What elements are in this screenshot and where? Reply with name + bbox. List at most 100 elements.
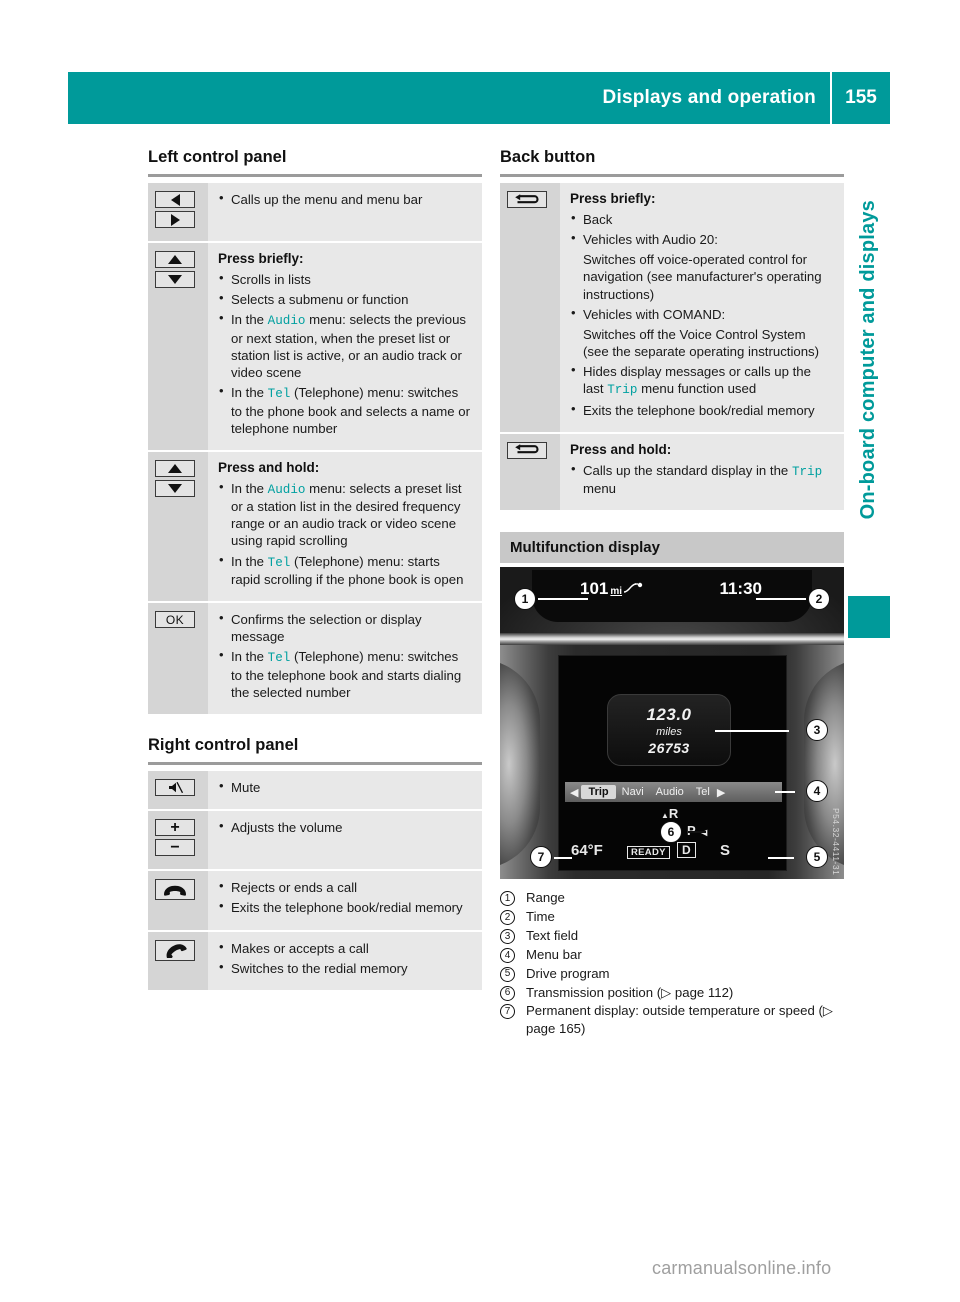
legend-item: 3 Text field: [500, 927, 844, 945]
table-row: Press and hold: In the Audio menu: selec…: [148, 449, 482, 603]
section-title-back-button: Back button: [500, 148, 596, 166]
list-item: In the Tel (Telephone) menu: switches to…: [218, 383, 470, 437]
legend-number: 7: [500, 1004, 515, 1020]
legend-number: 1: [500, 891, 515, 907]
back-button-icon[interactable]: [507, 441, 547, 459]
volume-up-icon[interactable]: +: [155, 819, 195, 837]
hang-up-phone-icon[interactable]: [155, 879, 195, 901]
icon-cell: [148, 241, 208, 451]
list-item: Vehicles with COMAND:: [570, 305, 832, 323]
section-rule: [148, 762, 482, 766]
callout-leader-5: [768, 857, 794, 860]
section-title-left-control-panel: Left control panel: [148, 148, 287, 166]
mute-speaker-icon[interactable]: [155, 779, 195, 797]
list-item: Selects a submenu or function: [218, 290, 470, 308]
list-item: Makes or accepts a call: [218, 939, 470, 957]
callout-leader-1: [538, 598, 588, 601]
table-row: Press and hold: Calls up the standard di…: [500, 431, 844, 511]
legend-label: Transmission position (▷ page 112): [526, 984, 734, 1000]
outside-temperature: 64°F: [571, 842, 603, 860]
audio-menu-token: Audio: [267, 482, 306, 497]
range-readout: 101 mi: [580, 579, 645, 599]
legend-item: 6 Transmission position (▷ page 112): [500, 984, 844, 1002]
menu-item-navi[interactable]: Navi: [616, 786, 650, 798]
table-row: Rejects or ends a call Exits the telepho…: [148, 869, 482, 931]
accept-call-phone-icon[interactable]: [155, 939, 195, 961]
legend-label: Range: [526, 890, 565, 906]
back-button-icon[interactable]: [507, 191, 547, 208]
time-readout: 11:30: [719, 579, 762, 599]
tel-menu-token: Tel: [267, 555, 291, 570]
tel-menu-token: Tel: [267, 651, 291, 666]
volume-down-icon[interactable]: −: [155, 839, 195, 857]
ok-button-icon[interactable]: OK: [155, 611, 195, 629]
menu-item-trip[interactable]: Trip: [581, 785, 616, 800]
list-item: Calls up the standard display in the Tri…: [570, 461, 832, 498]
top-display-window: [532, 570, 812, 623]
arrow-left-icon[interactable]: [155, 191, 195, 208]
left-control-panel-table: Calls up the menu and menu bar Press bri…: [148, 183, 482, 715]
list-item: Exits the telephone book/redial memory: [218, 898, 470, 916]
icon-cell: + −: [148, 809, 208, 871]
menu-item-audio[interactable]: Audio: [650, 786, 690, 798]
arrow-down-icon[interactable]: [155, 479, 195, 497]
gear-d: D: [677, 842, 696, 859]
table-row: + − Adjusts the volume: [148, 809, 482, 871]
menu-item-tel[interactable]: Tel: [690, 786, 716, 798]
figure-reference-code: P54.32-4411-31: [831, 808, 841, 876]
icon-cell: OK: [148, 601, 208, 715]
list-item: In the Tel (Telephone) menu: starts rapi…: [218, 552, 470, 589]
text-field-unit: miles: [656, 725, 682, 738]
trip-menu-token: Trip: [791, 464, 823, 479]
description-cell: Adjusts the volume: [208, 809, 482, 871]
list-item: Rejects or ends a call: [218, 878, 470, 896]
icon-cell: [148, 929, 208, 990]
list-item: Vehicles with Audio 20:: [570, 230, 832, 248]
site-watermark: carmanualsonline.info: [652, 1258, 832, 1278]
menu-scroll-right-icon[interactable]: ▶: [716, 786, 729, 799]
arrow-up-icon[interactable]: [155, 459, 195, 477]
audio-menu-token: Audio: [267, 314, 306, 329]
arrow-down-icon[interactable]: [155, 271, 195, 288]
icon-cell: [148, 449, 208, 603]
description-cell: Confirms the selection or display messag…: [208, 601, 482, 715]
legend-item: 5 Drive program: [500, 965, 844, 983]
list-item: In the Audio menu: selects the previous …: [218, 310, 470, 381]
table-row: Press briefly: Back Vehicles with Audio …: [500, 183, 844, 433]
description-cell: Rejects or ends a call Exits the telepho…: [208, 869, 482, 931]
callout-leader-6: [688, 831, 706, 834]
section-rule: [500, 174, 844, 177]
legend-number: 3: [500, 929, 515, 945]
section-title-right-control-panel: Right control panel: [148, 736, 299, 755]
callout-leader-2: [756, 598, 806, 601]
text-field-value: 123.0: [646, 704, 692, 724]
table-row: OK Confirms the selection or display mes…: [148, 601, 482, 715]
legend-number: 5: [500, 966, 515, 982]
description-cell: Mute: [208, 771, 482, 811]
list-item: Exits the telephone book/redial memory: [570, 401, 832, 419]
legend-label: Permanent display: outside temperature o…: [526, 1003, 834, 1037]
legend-item: 4 Menu bar: [500, 946, 844, 964]
icon-cell: [500, 183, 560, 433]
row-lead-label: Press and hold:: [570, 441, 672, 457]
page-number: 155: [845, 87, 877, 108]
list-item: Scrolls in lists: [218, 270, 470, 288]
list-item: Switches to the redial memory: [218, 959, 470, 977]
list-item: Confirms the selection or display messag…: [218, 610, 470, 645]
page-header-band: Displays and operation 155: [68, 72, 890, 124]
icon-cell: [148, 771, 208, 811]
description-cell: Press and hold: In the Audio menu: selec…: [208, 449, 482, 603]
section-rule: [148, 174, 482, 177]
arrow-up-icon[interactable]: [155, 251, 195, 268]
page-title: Displays and operation: [602, 87, 816, 108]
list-item-continuation: Switches off the Voice Control System (s…: [583, 326, 820, 360]
arrow-right-icon[interactable]: [155, 211, 195, 228]
drive-program: S: [720, 842, 731, 860]
menu-scroll-left-icon[interactable]: ◀: [565, 786, 581, 799]
menu-bar[interactable]: ◀ Trip Navi Audio Tel ▶: [565, 782, 782, 803]
figure-legend: 1 Range 2 Time 3 Text field 4 Menu bar 5 Driv…: [500, 889, 844, 1038]
legend-number: 2: [500, 910, 515, 926]
description-cell: Press briefly: Back Vehicles with Audio …: [560, 183, 844, 433]
multifunction-display-heading: Multifunction display: [500, 532, 844, 564]
right-control-panel-table: Mute + − Adjusts the volume Rejects or e…: [148, 771, 482, 990]
